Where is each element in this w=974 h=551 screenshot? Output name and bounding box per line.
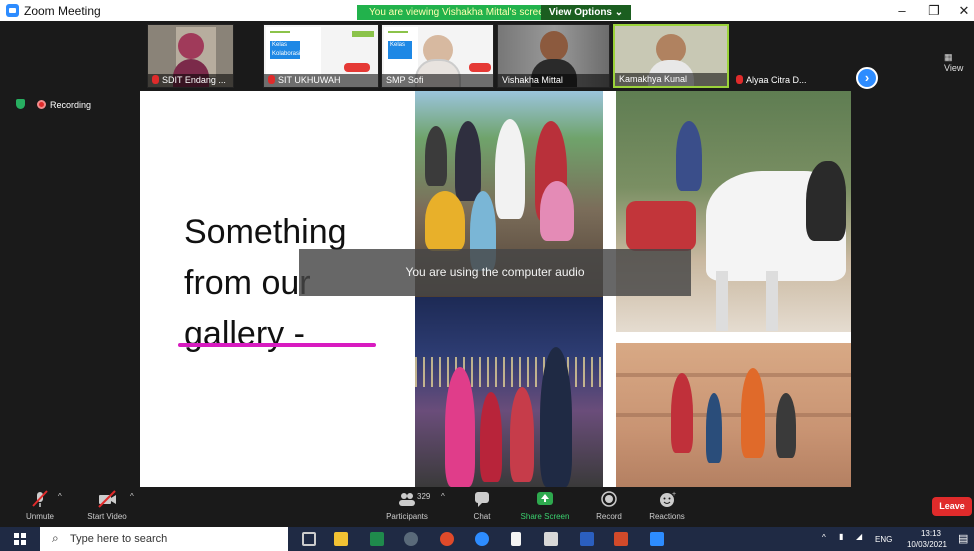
zoom-taskbar-icon[interactable] (650, 532, 664, 546)
participant-count: 329 (417, 492, 431, 501)
muted-mic-icon (30, 490, 50, 508)
participant-tile[interactable]: SDIT Endang ... (147, 24, 234, 88)
video-options-chevron-icon[interactable]: ^ (130, 492, 134, 501)
participant-name: SIT UKHUWAH (278, 75, 341, 85)
view-options-button[interactable]: View Options ⌄ (541, 5, 631, 20)
minimize-button[interactable]: – (886, 0, 918, 21)
language-indicator[interactable]: ENG (875, 535, 892, 544)
participant-name: SDIT Endang ... (162, 75, 226, 85)
word-icon[interactable] (580, 532, 594, 546)
search-placeholder: Type here to search (70, 533, 168, 545)
shield-icon (16, 99, 25, 109)
share-screen-button[interactable]: Share Screen (516, 490, 574, 521)
smiley-plus-icon: + (657, 490, 677, 508)
browser-icon[interactable] (475, 532, 489, 546)
start-video-button[interactable]: Start Video (82, 490, 132, 521)
recording-indicator[interactable]: Recording (16, 99, 91, 110)
record-icon (599, 490, 619, 508)
task-view-icon[interactable] (302, 532, 316, 546)
clock-time[interactable]: 13:13 (910, 529, 952, 538)
powerpoint-icon[interactable] (614, 532, 628, 546)
participant-tile[interactable]: Alyaa Citra D... (731, 24, 844, 88)
participant-tile[interactable]: Vishakha Mittal (497, 24, 610, 88)
participant-strip: SDIT Endang ... Kelas Kolaborasi SIT UKHU… (0, 21, 974, 91)
windows-taskbar: ⌕ Type here to search ^ ▮ ◢ ENG 13:13 10… (0, 527, 974, 551)
chat-button[interactable]: Chat (468, 490, 496, 521)
window-title: Zoom Meeting (24, 4, 101, 18)
participant-tile[interactable]: Kelas SMP Sofi (381, 24, 494, 88)
file-explorer-icon[interactable] (334, 532, 348, 546)
participants-icon (397, 490, 417, 508)
participant-tile-active-speaker[interactable]: Kamakhya Kunal (613, 24, 729, 88)
zoom-app-icon (6, 4, 19, 17)
recording-label: Recording (50, 100, 92, 110)
leave-button[interactable]: Leave (932, 497, 972, 516)
excel-icon[interactable] (370, 532, 384, 546)
meeting-toolbar: Unmute ^ Start Video ^ Participants 329 … (0, 488, 974, 524)
participant-name: Kamakhya Kunal (619, 74, 688, 84)
chrome-icon[interactable] (440, 532, 454, 546)
network-icon[interactable]: ◢ (856, 532, 862, 541)
window-title-bar: Zoom Meeting – ❐ ✕ You are viewing Visha… (0, 0, 974, 21)
participant-avatar (177, 33, 204, 59)
participant-avatar (539, 31, 568, 61)
muted-mic-icon (736, 75, 743, 84)
screen-share-banner: You are viewing Vishakha Mittal's screen… (357, 5, 631, 20)
slide-underline (178, 343, 376, 347)
reactions-button[interactable]: + Reactions (645, 490, 689, 521)
muted-mic-icon (152, 75, 159, 84)
calendar-icon[interactable] (544, 532, 558, 546)
gallery-photo-wall (616, 343, 851, 487)
participant-name: SMP Sofi (386, 75, 424, 85)
close-button[interactable]: ✕ (948, 0, 974, 21)
windows-start-icon[interactable] (14, 533, 26, 545)
computer-audio-toast: You are using the computer audio (299, 249, 691, 296)
camera-app-icon[interactable] (404, 532, 418, 546)
view-button[interactable]: ▦ View (944, 52, 974, 73)
tray-chevron-icon[interactable]: ^ (822, 533, 826, 542)
document-icon[interactable] (511, 532, 521, 546)
gallery-photo-night (415, 297, 603, 487)
restore-button[interactable]: ❐ (918, 0, 950, 21)
recording-dot-icon (37, 100, 46, 109)
search-icon: ⌕ (52, 531, 59, 545)
chat-icon (472, 490, 492, 508)
participant-name: Alyaa Citra D... (746, 75, 807, 85)
taskbar-search-box[interactable]: ⌕ Type here to search (40, 527, 288, 551)
participant-tile[interactable]: Kelas Kolaborasi SIT UKHUWAH (263, 24, 379, 88)
record-button[interactable]: Record (592, 490, 626, 521)
participant-name: Vishakha Mittal (502, 75, 563, 85)
clock-date[interactable]: 10/03/2021 (902, 540, 952, 549)
unmute-button[interactable]: Unmute (20, 490, 60, 521)
microphone-icon[interactable]: ▮ (839, 532, 843, 541)
share-screen-icon (535, 490, 555, 508)
next-page-arrow-icon[interactable]: › (856, 67, 878, 89)
muted-mic-icon (268, 75, 275, 84)
audio-options-chevron-icon[interactable]: ^ (58, 492, 62, 501)
video-off-icon (97, 490, 117, 508)
notifications-icon[interactable]: ▤ (958, 532, 968, 545)
svg-text:+: + (672, 491, 676, 498)
participants-chevron-icon[interactable]: ^ (441, 492, 445, 501)
share-banner-message: You are viewing Vishakha Mittal's screen (369, 7, 550, 18)
shared-slide-thumbnail: Kelas Kolaborasi (266, 27, 321, 75)
